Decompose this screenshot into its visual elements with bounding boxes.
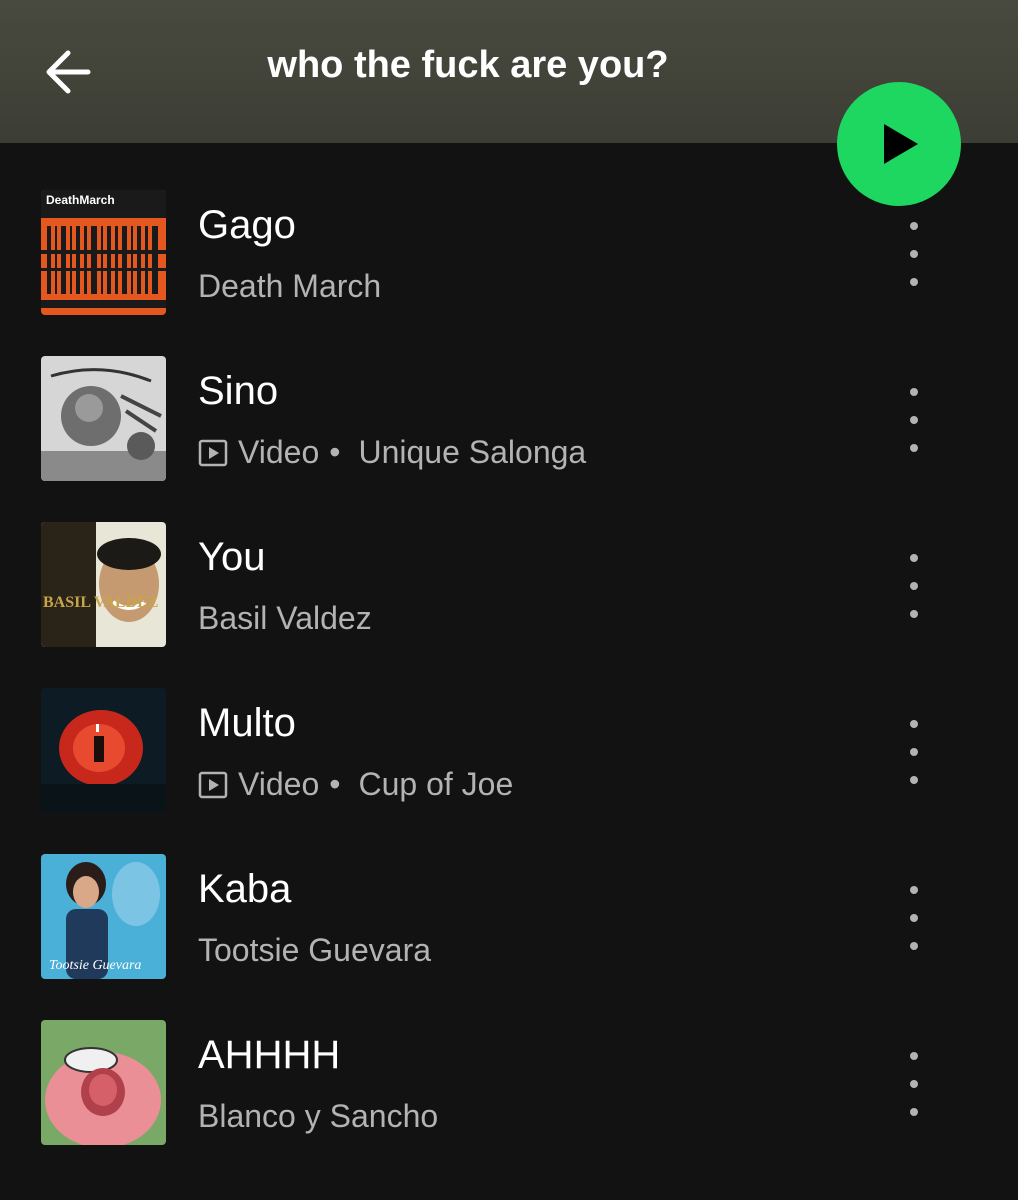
more-options-button[interactable] — [894, 222, 934, 286]
page-title: who the fuck are you? — [267, 44, 669, 86]
track-subtitle: Tootsie Guevara — [198, 932, 431, 969]
track-row[interactable]: Sino Video • Unique Salonga — [0, 336, 1018, 502]
track-subtitle: Blanco y Sancho — [198, 1098, 438, 1135]
album-art: BASIL VALDEZ — [41, 522, 166, 647]
track-title: AHHHH — [198, 1033, 341, 1077]
track-subtitle: Video • Unique Salonga — [198, 434, 586, 471]
album-art: DeathMarch — [41, 190, 166, 315]
album-art-label: Tootsie Guevara — [49, 958, 141, 973]
track-artist: Tootsie Guevara — [198, 932, 432, 968]
track-artist: Basil Valdez — [198, 600, 372, 636]
video-label: Video — [238, 434, 320, 470]
track-title: You — [198, 535, 266, 579]
playlist-screen: who the fuck are you? DeathMarch Gago De… — [0, 0, 1018, 1200]
separator-dot: • — [329, 766, 341, 802]
track-title: Kaba — [198, 867, 292, 911]
more-vert-icon — [910, 1052, 918, 1060]
separator-dot: • — [329, 434, 341, 470]
more-options-button[interactable] — [894, 886, 934, 950]
more-vert-icon — [910, 222, 918, 230]
track-subtitle: Basil Valdez — [198, 600, 372, 637]
track-artist: Unique Salonga — [358, 434, 587, 470]
track-artist: Blanco y Sancho — [198, 1098, 439, 1134]
video-label: Video — [238, 766, 320, 802]
track-title: Gago — [198, 203, 296, 247]
more-options-button[interactable] — [894, 388, 934, 452]
track-artist: Death March — [198, 268, 382, 304]
more-vert-icon — [910, 554, 918, 562]
video-icon — [198, 770, 228, 800]
track-row[interactable]: BASIL VALDEZ You Basil Valdez — [0, 502, 1018, 668]
track-row[interactable]: Tootsie Guevara Kaba Tootsie Guevara — [0, 834, 1018, 1000]
more-options-button[interactable] — [894, 720, 934, 784]
album-art-label: BASIL VALDEZ — [43, 594, 158, 611]
more-vert-icon — [910, 886, 918, 894]
play-button[interactable] — [837, 82, 961, 206]
album-art — [41, 1020, 166, 1145]
track-list: DeathMarch Gago Death March Sino Video •… — [0, 170, 1018, 1166]
play-icon — [884, 124, 918, 164]
album-art: Tootsie Guevara — [41, 854, 166, 979]
track-row[interactable]: Multo Video • Cup of Joe — [0, 668, 1018, 834]
more-vert-icon — [910, 720, 918, 728]
track-subtitle: Death March — [198, 268, 381, 305]
track-row[interactable]: AHHHH Blanco y Sancho — [0, 1000, 1018, 1166]
track-artist: Cup of Joe — [358, 766, 514, 802]
video-icon — [198, 438, 228, 468]
track-subtitle: Video • Cup of Joe — [198, 766, 513, 803]
more-options-button[interactable] — [894, 554, 934, 618]
track-title: Multo — [198, 701, 296, 745]
more-vert-icon — [910, 388, 918, 396]
track-title: Sino — [198, 369, 279, 413]
more-options-button[interactable] — [894, 1052, 934, 1116]
album-art-label: DeathMarch — [46, 193, 115, 207]
album-art — [41, 356, 166, 481]
album-art — [41, 688, 166, 813]
